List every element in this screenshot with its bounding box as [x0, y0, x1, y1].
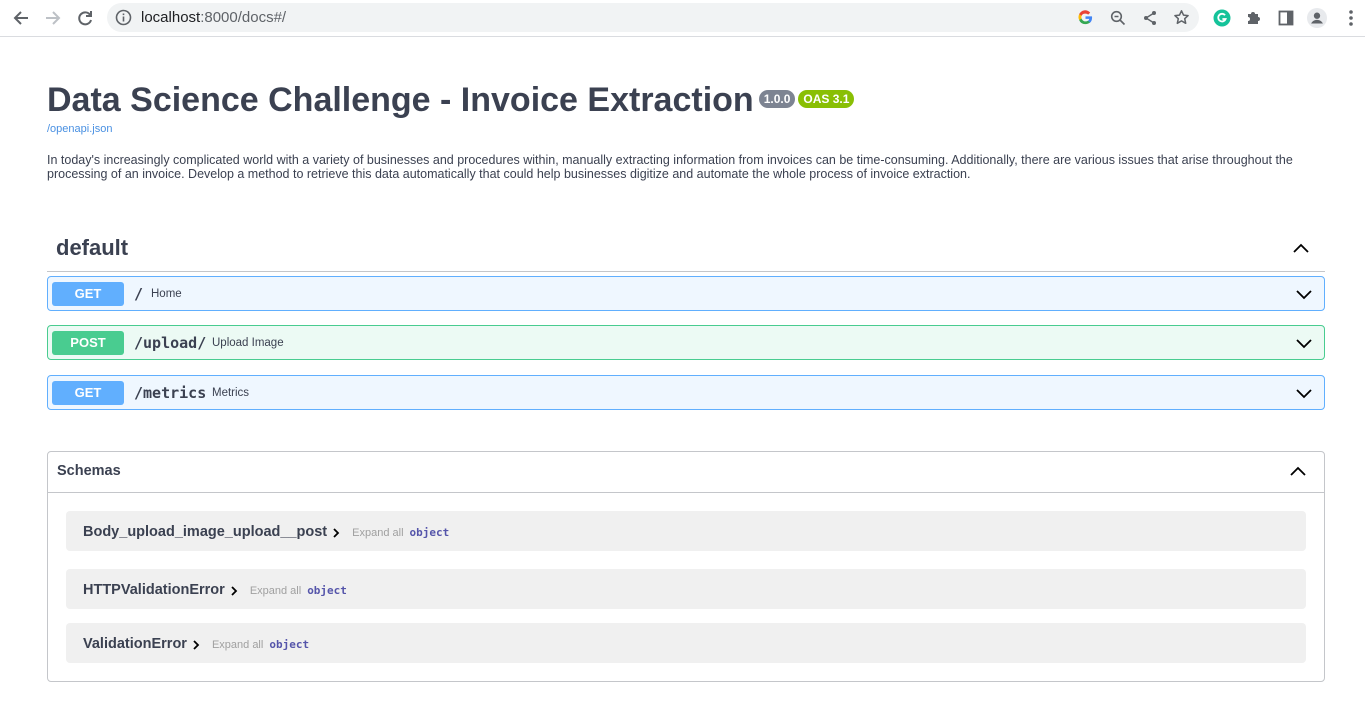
schema-model-row: ValidationError Expand all object — [83, 635, 309, 653]
back-icon[interactable] — [8, 5, 34, 31]
chevron-right-icon[interactable] — [190, 638, 202, 650]
operation-path: /upload/ — [134, 334, 207, 352]
schemas-section: Schemas Body_upload_image_upload__post Ex… — [47, 451, 1325, 682]
url-text[interactable]: localhost:8000/docs#/ — [141, 9, 286, 26]
side-panel-icon[interactable] — [1276, 8, 1296, 28]
operation-path: /metrics — [134, 384, 207, 402]
method-badge: GET — [52, 381, 124, 405]
schema-name[interactable]: HTTPValidationError — [83, 582, 225, 598]
schema-name[interactable]: Body_upload_image_upload__post — [83, 524, 327, 540]
schema-model-row: HTTPValidationError Expand all object — [83, 581, 347, 599]
api-description: In today's increasingly complicated worl… — [47, 153, 1293, 181]
default-tag-header[interactable]: default — [47, 227, 1325, 272]
openapi-json-link[interactable]: /openapi.json — [47, 123, 112, 135]
chevron-right-icon[interactable] — [330, 526, 342, 538]
operation-path: / — [134, 285, 144, 303]
operation-summary: Upload Image — [212, 337, 284, 349]
page-title: Data Science Challenge - Invoice Extract… — [47, 81, 754, 119]
share-icon[interactable] — [1141, 9, 1158, 26]
expand-all-button[interactable]: Expand all — [352, 527, 403, 539]
schemas-header[interactable]: Schemas — [48, 452, 1324, 493]
operation-get-home[interactable]: GET / Home — [47, 276, 1325, 311]
schema-model[interactable]: HTTPValidationError Expand all object — [66, 569, 1306, 609]
schema-type: object — [409, 526, 450, 539]
grammarly-icon[interactable] — [1212, 8, 1232, 28]
chevron-up-icon[interactable] — [1288, 462, 1308, 482]
schema-model-row: Body_upload_image_upload__post Expand all… — [83, 523, 449, 541]
url-host: localhost — [141, 9, 201, 26]
zoom-icon[interactable] — [1109, 9, 1126, 26]
tag-title: default — [56, 235, 129, 260]
method-badge: POST — [52, 331, 124, 355]
chevron-up-icon[interactable] — [1291, 239, 1311, 259]
expand-all-button[interactable]: Expand all — [212, 639, 263, 651]
bookmark-star-icon[interactable] — [1173, 9, 1190, 26]
schema-type: object — [307, 584, 347, 597]
operation-post-upload[interactable]: POST /upload/ Upload Image — [47, 325, 1325, 360]
profile-avatar-icon[interactable] — [1307, 8, 1327, 28]
google-icon[interactable] — [1077, 9, 1094, 26]
reload-icon[interactable] — [72, 5, 98, 31]
chevron-right-icon[interactable] — [228, 584, 240, 596]
url-path: :8000/docs#/ — [200, 9, 287, 26]
chevron-down-icon[interactable] — [1294, 284, 1314, 304]
kebab-menu-icon[interactable] — [1341, 8, 1361, 28]
schema-model[interactable]: Body_upload_image_upload__post Expand all… — [66, 511, 1306, 551]
chevron-down-icon[interactable] — [1294, 383, 1314, 403]
address-bar[interactable]: localhost:8000/docs#/ — [107, 3, 1199, 32]
expand-all-button[interactable]: Expand all — [250, 585, 301, 597]
operation-summary: Home — [151, 288, 182, 300]
forward-icon[interactable] — [40, 5, 66, 31]
schema-model[interactable]: ValidationError Expand all object — [66, 623, 1306, 663]
chevron-down-icon[interactable] — [1294, 333, 1314, 353]
schema-type: object — [269, 638, 310, 651]
operation-summary: Metrics — [212, 387, 250, 399]
operation-get-metrics[interactable]: GET /metrics Metrics — [47, 375, 1325, 410]
site-info-icon[interactable] — [115, 9, 132, 26]
browser-toolbar: localhost:8000/docs#/ — [0, 0, 1365, 37]
oas-badge: OAS 3.1 — [798, 90, 855, 108]
method-badge: GET — [52, 282, 124, 306]
info-header: Data Science Challenge - Invoice Extract… — [47, 81, 855, 120]
schemas-title: Schemas — [57, 463, 121, 479]
extensions-icon[interactable] — [1244, 8, 1264, 28]
version-badge: 1.0.0 — [758, 90, 796, 108]
schema-name[interactable]: ValidationError — [83, 636, 187, 652]
